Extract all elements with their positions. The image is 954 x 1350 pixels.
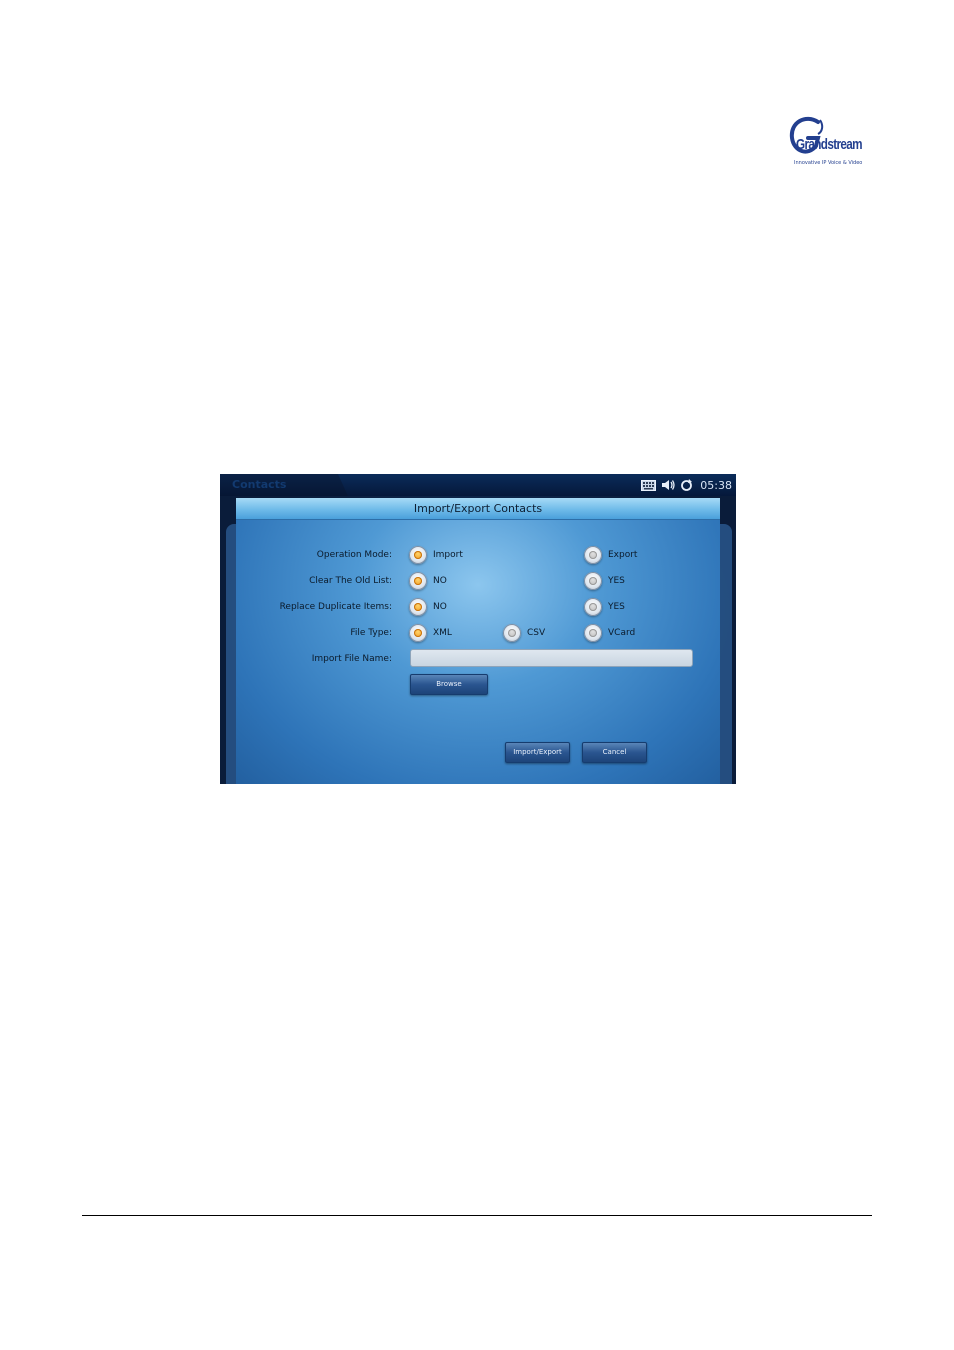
radio-export[interactable] bbox=[584, 546, 602, 564]
clock: 05:38 bbox=[700, 478, 732, 492]
option-export-label: Export bbox=[608, 550, 638, 560]
radio-replace-yes[interactable] bbox=[584, 598, 602, 616]
sync-icon[interactable] bbox=[680, 478, 693, 492]
option-vcard-label: VCard bbox=[608, 628, 636, 638]
radio-import[interactable] bbox=[409, 546, 427, 564]
import-export-dialog: Import/Export Contacts Operation Mode: I… bbox=[236, 498, 720, 784]
browse-button[interactable]: Browse bbox=[410, 674, 488, 695]
option-clear-yes-label: YES bbox=[608, 576, 625, 586]
option-xml-label: XML bbox=[433, 628, 452, 638]
option-import-label: Import bbox=[433, 550, 463, 560]
speaker-icon[interactable] bbox=[661, 479, 675, 491]
grandstream-logo: Grandstream Innovative IP Voice & Video bbox=[788, 116, 868, 170]
device-screenshot: Contacts 05:38 Import/Export Contacts Op… bbox=[220, 474, 736, 784]
radio-xml[interactable] bbox=[409, 624, 427, 642]
replace-duplicates-label: Replace Duplicate Items: bbox=[279, 602, 392, 612]
option-clear-no-label: NO bbox=[433, 576, 447, 586]
option-csv-label: CSV bbox=[527, 628, 546, 638]
app-tab[interactable]: Contacts bbox=[220, 474, 348, 496]
keyboard-icon[interactable] bbox=[641, 479, 657, 491]
logo-tagline: Innovative IP Voice & Video bbox=[794, 160, 863, 166]
footer-divider bbox=[82, 1215, 872, 1216]
status-icons: 05:38 bbox=[641, 477, 732, 493]
option-replace-no-label: NO bbox=[433, 602, 447, 612]
radio-clear-no[interactable] bbox=[409, 572, 427, 590]
import-export-button[interactable]: Import/Export bbox=[505, 742, 570, 763]
option-replace-yes-label: YES bbox=[608, 602, 625, 612]
clear-old-list-label: Clear The Old List: bbox=[309, 576, 392, 586]
app-title: Contacts bbox=[232, 478, 287, 491]
radio-vcard[interactable] bbox=[584, 624, 602, 642]
status-bar: Contacts 05:38 bbox=[220, 474, 736, 496]
file-type-label: File Type: bbox=[350, 628, 392, 638]
dialog-title: Import/Export Contacts bbox=[236, 498, 720, 520]
radio-replace-no[interactable] bbox=[409, 598, 427, 616]
cancel-button[interactable]: Cancel bbox=[582, 742, 647, 763]
radio-csv[interactable] bbox=[503, 624, 521, 642]
operation-mode-label: Operation Mode: bbox=[316, 550, 392, 560]
logo-wordmark: Grandstream bbox=[796, 136, 863, 153]
import-file-name-input[interactable] bbox=[410, 649, 693, 667]
import-file-name-label: Import File Name: bbox=[311, 654, 392, 664]
radio-clear-yes[interactable] bbox=[584, 572, 602, 590]
